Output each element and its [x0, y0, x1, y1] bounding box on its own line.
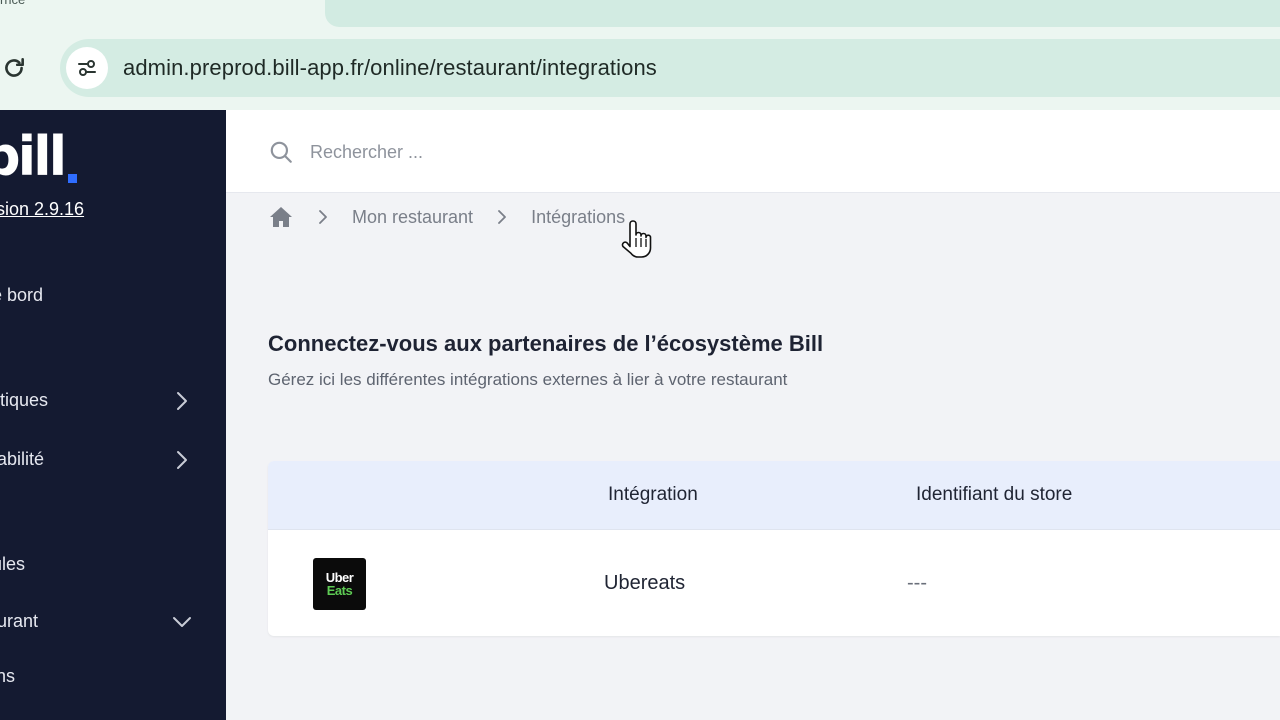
sidebar-item-statistics[interactable]: tistiques — [0, 390, 48, 411]
breadcrumb: Mon restaurant Intégrations — [268, 203, 625, 231]
sidebar: bill rsion 2.9.16 de bord tistiques ptab… — [0, 110, 226, 720]
reload-icon[interactable] — [0, 54, 28, 82]
chevron-right-icon — [497, 210, 511, 224]
version-link[interactable]: rsion 2.9.16 — [0, 199, 84, 220]
sidebar-item-integrations[interactable]: ions — [0, 666, 15, 687]
sidebar-item-restaurant[interactable]: taurant — [0, 611, 38, 632]
breadcrumb-mon-restaurant[interactable]: Mon restaurant — [352, 207, 473, 228]
chevron-right-icon[interactable] — [172, 391, 192, 411]
table-header: Intégration Identifiant du store — [268, 461, 1280, 530]
top-bar — [226, 110, 1280, 193]
hand-cursor-icon — [620, 220, 652, 260]
bill-logo[interactable]: bill — [0, 130, 67, 184]
page-title: Connectez-vous aux partenaires de l’écos… — [268, 331, 824, 356]
chevron-right-icon[interactable] — [172, 450, 192, 470]
table-row[interactable]: Uber Eats Ubereats --- — [268, 530, 1280, 636]
sidebar-item-modules[interactable]: dules — [0, 554, 25, 575]
search-icon — [268, 139, 294, 165]
sidebar-item-dashboard[interactable]: de bord — [0, 285, 43, 306]
logo-text-eats: Eats — [326, 583, 353, 598]
column-header-integration: Intégration — [608, 484, 698, 505]
active-tab[interactable] — [325, 0, 1280, 27]
url-text[interactable]: admin.preprod.bill-app.fr/online/restaur… — [123, 55, 657, 81]
integration-name: Ubereats — [604, 572, 686, 594]
store-id-value: --- — [907, 572, 927, 594]
address-bar[interactable]: admin.preprod.bill-app.fr/online/restaur… — [60, 39, 1280, 97]
sidebar-item-accounting[interactable]: ptabilité — [0, 449, 44, 470]
chevron-down-icon[interactable] — [172, 612, 192, 632]
column-header-store-id: Identifiant du store — [916, 484, 1073, 505]
chevron-right-icon — [318, 210, 332, 224]
site-settings-icon[interactable] — [66, 47, 108, 89]
browser-toolbar: rrice admin.preprod.bill-app.fr/online/r… — [0, 0, 1280, 110]
integrations-table: Intégration Identifiant du store Uber Ea… — [268, 461, 1280, 636]
page-subtitle: Gérez ici les différentes intégrations e… — [268, 370, 788, 389]
ubereats-logo: Uber Eats — [313, 558, 366, 610]
home-icon[interactable] — [268, 204, 294, 230]
tab-title[interactable]: rrice — [0, 0, 25, 7]
search-input[interactable] — [310, 138, 910, 166]
breadcrumb-integrations[interactable]: Intégrations — [531, 207, 625, 228]
logo-accent — [68, 174, 77, 183]
